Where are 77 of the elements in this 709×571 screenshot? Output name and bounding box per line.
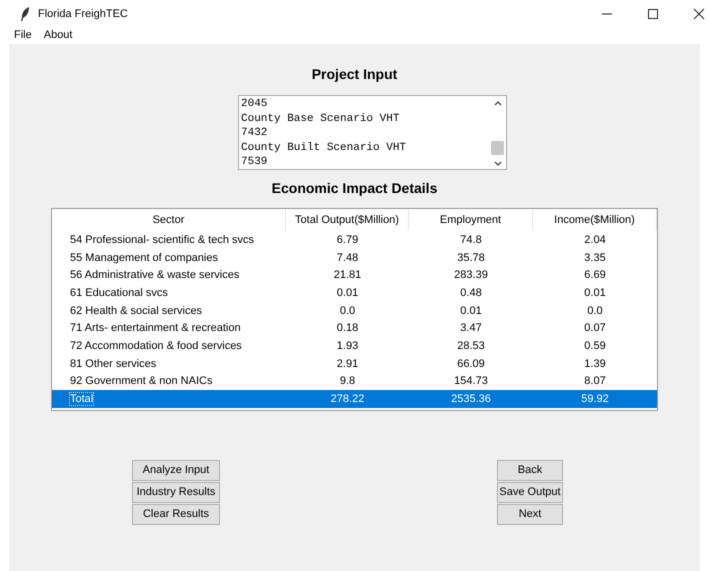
table-row[interactable]: 54 Professional- scientific & tech svcs 6.79 74.8 2.04 [52, 231, 657, 249]
table-cell-text: 61 Educational svcs [69, 286, 169, 299]
table-cell-text: 54 Professional- scientific & tech svcs [69, 234, 256, 246]
table-cell-text: 66.09 [456, 358, 486, 370]
column-header[interactable]: Sector [52, 209, 286, 231]
table-cell-text: 278.22 [330, 393, 366, 406]
table-cell-text: 0.59 [583, 340, 607, 352]
table-cell-text: 0.0 [586, 304, 604, 317]
table-cell-text: 92 Government & non NAICs [69, 375, 214, 388]
table-cell-text: 3.47 [459, 322, 483, 334]
table-cell-text: 59.92 [580, 393, 610, 406]
action-button[interactable]: Industry Results [132, 482, 220, 503]
table-cell-text: 0.01 [336, 286, 360, 299]
table-cell-text: 0.01 [459, 304, 483, 317]
table-cell-text: 62 Health & social services [69, 304, 204, 317]
nav-button[interactable]: Back [497, 460, 563, 481]
table-cell-text: 56 Administrative & waste services [69, 269, 240, 282]
table-cell-text: 55 Management of companies [69, 252, 219, 264]
text-line: County Base Scenario VHT [241, 112, 400, 126]
feather-icon [20, 7, 30, 21]
menu-item[interactable]: About [44, 29, 72, 41]
table-cell-text: 6.69 [583, 269, 607, 282]
table-cell-text: 81 Other services [69, 358, 158, 370]
table-row[interactable]: 62 Health & social services 0.0 0.01 0.0 [52, 302, 657, 320]
close-icon[interactable] [693, 8, 705, 20]
table-cell-text: 6.79 [336, 234, 360, 246]
table-row[interactable]: 71 Arts- entertainment & recreation 0.18 3.47 0.07 [52, 319, 657, 338]
table-row[interactable]: 81 Other services 2.91 66.09 1.39 [52, 354, 657, 372]
action-button[interactable]: Analyze Input [132, 460, 220, 481]
table-cell-text: 28.53 [456, 340, 486, 352]
table-row[interactable]: 92 Government & non NAICs 9.8 154.73 8.07 [52, 372, 657, 390]
column-header[interactable]: Employment [409, 209, 533, 231]
table-cell-text: 2535.36 [450, 393, 492, 406]
table-cell-text: 283.39 [453, 269, 489, 282]
table-cell-text: 154.73 [453, 375, 489, 388]
table-cell-text: 72 Accommodation & food services [69, 340, 243, 352]
table-cell-text: 2.91 [336, 358, 360, 370]
table-cell-text: 0.01 [583, 286, 607, 299]
table-row[interactable]: 55 Management of companies 7.48 35.78 3.35 [52, 248, 657, 266]
scroll-down-icon[interactable] [494, 161, 502, 167]
window-title: Florida FreighTEC [38, 8, 128, 20]
table-cell-text: 21.81 [332, 269, 362, 282]
table-cell-text: 7.48 [336, 252, 360, 264]
table-cell-text: 71 Arts- entertainment & recreation [69, 322, 242, 334]
section-heading: Economic Impact Details [272, 180, 438, 196]
nav-button[interactable]: Save Output [497, 482, 563, 503]
table-cell-text: 0.0 [338, 304, 356, 317]
section-heading: Project Input [312, 66, 398, 82]
table-cell-text: 0.48 [459, 286, 483, 299]
scroll-thumb[interactable] [491, 141, 504, 155]
text-line: County Built Scenario VHT [241, 140, 408, 155]
table-row[interactable]: 56 Administrative & waste services 21.81 283.39 6.69 [52, 266, 657, 284]
table-cell-text: 8.07 [583, 375, 607, 388]
column-header[interactable]: Total Output($Million) [286, 209, 409, 231]
maximize-icon[interactable] [647, 8, 659, 20]
scroll-up-icon[interactable] [494, 100, 502, 106]
text-line: 2045 [241, 97, 268, 112]
text-line: 7432 [241, 126, 268, 140]
table-row[interactable]: 72 Accommodation & food services 1.93 28.53 0.59 [52, 337, 657, 355]
nav-button[interactable]: Next [497, 504, 563, 525]
table-row[interactable]: Total 278.22 2535.36 59.92 [52, 390, 657, 408]
table-cell-text: 1.93 [336, 340, 360, 352]
project-input-box[interactable]: 2045 County Base Scenario VHT 7432 County Built Scenario VHT 7539 [238, 95, 507, 170]
action-button[interactable]: Clear Results [132, 504, 220, 525]
table-cell-text: Total [69, 393, 94, 406]
table-cell-text: 74.8 [459, 234, 483, 246]
table-cell-text: 2.04 [583, 234, 607, 246]
column-header[interactable]: Income($Million) [533, 209, 657, 231]
table-cell-text: 35.78 [456, 252, 486, 264]
menu-item[interactable]: File [14, 29, 32, 41]
table-cell-text: 0.07 [583, 322, 607, 334]
table-cell-text: 0.18 [336, 322, 360, 334]
table-cell-text: 9.8 [338, 375, 356, 388]
table-cell-text: 1.39 [583, 358, 607, 370]
table-cell-text: 3.35 [583, 252, 607, 264]
text-line: 7539 [241, 155, 268, 170]
table-row[interactable]: 61 Educational svcs 0.01 0.48 0.01 [52, 284, 657, 302]
